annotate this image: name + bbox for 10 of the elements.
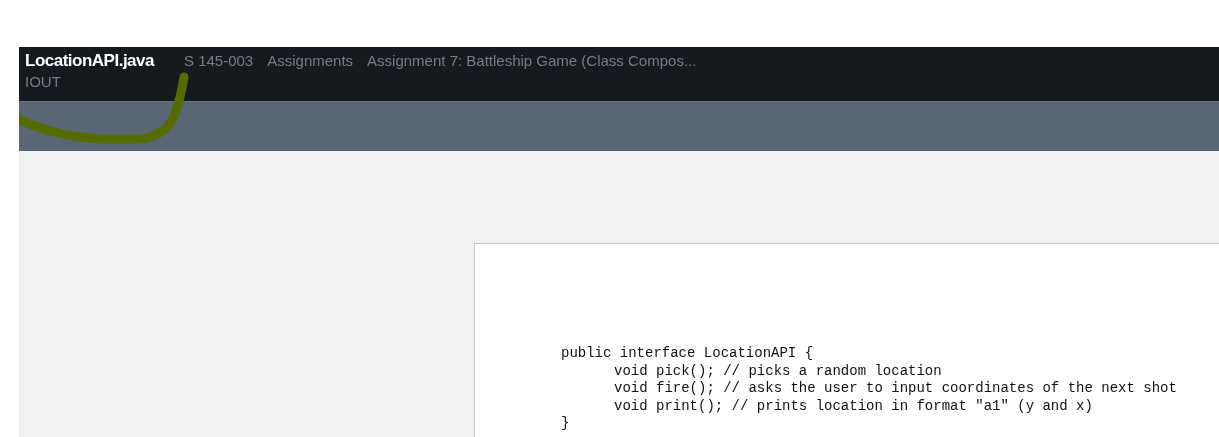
- code-line: public interface LocationAPI {: [561, 345, 814, 363]
- breadcrumb-link[interactable]: Assignments: [267, 50, 354, 72]
- subtitle: IOUT: [25, 72, 61, 92]
- code-line: void print(); // prints location in format "a1" (y and x): [614, 397, 1093, 415]
- breadcrumb-link[interactable]: Assignment 7: Battleship Game (Class Compos...: [367, 50, 697, 72]
- code-line: void pick(); // picks a random location: [614, 362, 942, 380]
- file-title: LocationAPI.java: [25, 50, 154, 72]
- code-line: void fire(); // asks the user to input coordinates of the next shot: [614, 380, 1177, 398]
- breadcrumb-link[interactable]: S 145-003: [184, 50, 254, 72]
- code-line: }: [561, 415, 570, 433]
